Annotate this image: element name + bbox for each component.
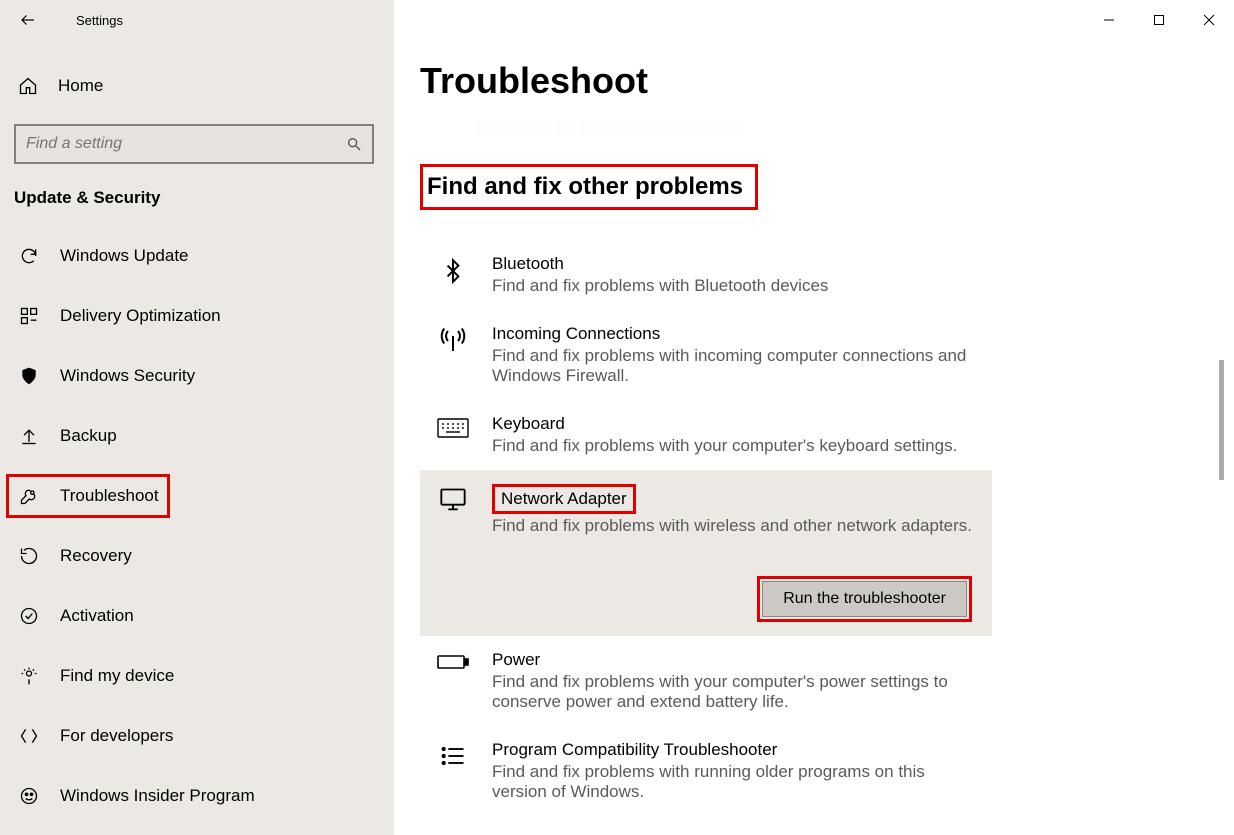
sidebar-item-troubleshoot[interactable]: Troubleshoot (0, 466, 394, 526)
ts-desc: Find and fix problems with Bluetooth dev… (492, 276, 828, 296)
ts-title: Bluetooth (492, 254, 828, 274)
sidebar-item-windows-update[interactable]: Windows Update (0, 226, 394, 286)
sidebar-item-label: Windows Security (60, 366, 195, 386)
antenna-icon (436, 324, 470, 386)
back-button[interactable] (8, 0, 48, 40)
keyboard-icon (436, 414, 470, 456)
titlebar: Settings (0, 0, 1234, 40)
recovery-icon (18, 546, 40, 566)
ts-title: Incoming Connections (492, 324, 980, 344)
ts-desc: Find and fix problems with your computer… (492, 436, 957, 456)
ts-desc: Find and fix problems with wireless and … (492, 516, 972, 536)
ts-desc: Find and fix problems with running older… (492, 762, 980, 802)
home-label: Home (58, 76, 103, 96)
ts-title: Power (492, 650, 980, 670)
sidebar-item-activation[interactable]: Activation (0, 586, 394, 646)
highlight-box: Find and fix other problems (420, 164, 758, 210)
backup-icon (18, 426, 40, 446)
ts-desc: Find and fix problems with your computer… (492, 672, 980, 712)
section-heading: Find and fix other problems (427, 173, 743, 200)
sidebar-item-find-my-device[interactable]: Find my device (0, 646, 394, 706)
sidebar-item-recovery[interactable]: Recovery (0, 526, 394, 586)
close-button[interactable] (1184, 0, 1234, 40)
troubleshooter-keyboard[interactable]: Keyboard Find and fix problems with your… (420, 400, 992, 470)
sidebar-item-label: Recovery (60, 546, 132, 566)
sidebar-item-windows-insider[interactable]: Windows Insider Program (0, 766, 394, 826)
window-title: Settings (76, 13, 123, 28)
maximize-button[interactable] (1134, 0, 1184, 40)
search-icon (346, 136, 362, 152)
sync-icon (18, 246, 40, 266)
sidebar-item-label: Activation (60, 606, 134, 626)
developers-icon (18, 726, 40, 746)
bluetooth-icon (436, 254, 470, 296)
sidebar-item-for-developers[interactable]: For developers (0, 706, 394, 766)
main-pane: Troubleshoot … … … … … … … … … … … Find … (394, 0, 1224, 835)
sidebar-item-delivery-optimization[interactable]: Delivery Optimization (0, 286, 394, 346)
shield-icon (18, 366, 40, 386)
page-title: Troubleshoot (420, 60, 1224, 102)
troubleshooter-network-adapter[interactable]: Network Adapter Find and fix problems wi… (420, 470, 992, 636)
search-input[interactable] (26, 135, 346, 153)
run-troubleshooter-button[interactable]: Run the troubleshooter (762, 581, 967, 617)
sidebar-item-windows-security[interactable]: Windows Security (0, 346, 394, 406)
sidebar-item-label: Windows Insider Program (60, 786, 255, 806)
troubleshooter-incoming-connections[interactable]: Incoming Connections Find and fix proble… (420, 310, 992, 400)
highlight-box: Network Adapter (492, 484, 636, 514)
troubleshooter-power[interactable]: Power Find and fix problems with your co… (420, 636, 992, 726)
cutoff-text: … … … … … … … … … … … (478, 116, 1224, 134)
troubleshooter-program-compatibility[interactable]: Program Compatibility Troubleshooter Fin… (420, 726, 992, 816)
delivery-icon (18, 306, 40, 326)
sidebar-item-label: Find my device (60, 666, 174, 686)
sidebar-item-label: Backup (60, 426, 117, 446)
search-box[interactable] (14, 124, 374, 164)
scrollbar-thumb[interactable] (1219, 360, 1224, 480)
home-link[interactable]: Home (0, 60, 394, 112)
ts-title: Program Compatibility Troubleshooter (492, 740, 980, 760)
sidebar: Home Update & Security Windows Update De… (0, 0, 394, 835)
troubleshooter-list: Bluetooth Find and fix problems with Blu… (420, 240, 992, 816)
troubleshooter-bluetooth[interactable]: Bluetooth Find and fix problems with Blu… (420, 240, 992, 310)
check-circle-icon (18, 606, 40, 626)
insider-icon (18, 786, 40, 806)
sidebar-item-backup[interactable]: Backup (0, 406, 394, 466)
sidebar-item-label: Delivery Optimization (60, 306, 221, 326)
highlight-box: Run the troubleshooter (757, 576, 972, 622)
battery-icon (436, 650, 470, 712)
ts-title: Keyboard (492, 414, 957, 434)
sidebar-item-label: Windows Update (60, 246, 189, 266)
minimize-button[interactable] (1084, 0, 1134, 40)
highlight-box (6, 474, 170, 518)
ts-title: Network Adapter (501, 489, 627, 508)
sidebar-section-label: Update & Security (0, 164, 394, 226)
find-device-icon (18, 666, 40, 686)
sidebar-item-label: For developers (60, 726, 173, 746)
monitor-icon (436, 484, 470, 536)
window-controls (1084, 0, 1234, 40)
ts-desc: Find and fix problems with incoming comp… (492, 346, 980, 386)
home-icon (18, 76, 38, 96)
list-icon (436, 740, 470, 802)
